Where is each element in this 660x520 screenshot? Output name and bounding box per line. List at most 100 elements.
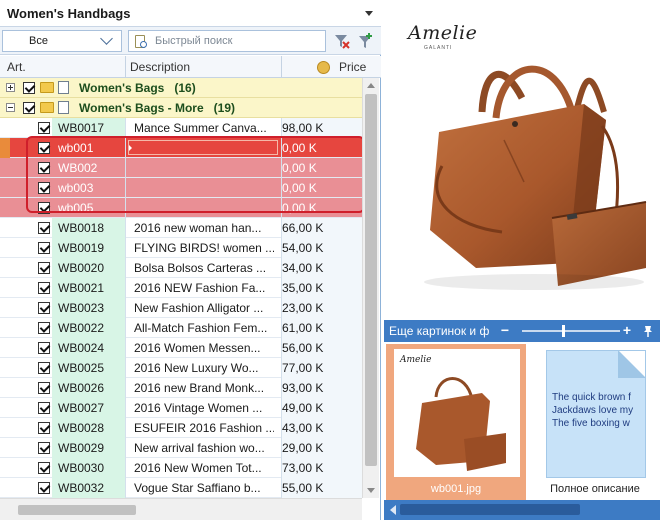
thumbnail-caption: Полное описание: [550, 483, 640, 495]
thumbnail-picture: Amelie: [394, 349, 520, 477]
expand-icon[interactable]: [6, 83, 15, 92]
gallery-scrollbar[interactable]: [384, 500, 660, 520]
scroll-left-icon[interactable]: [390, 505, 396, 515]
table-row[interactable]: WB0026 2016 new Brand Monk... 93,00 K: [0, 378, 362, 398]
group-checkbox[interactable]: [23, 102, 35, 114]
current-row-indicator: [0, 138, 10, 158]
table-row[interactable]: WB0017 Mance Summer Canva... 98,00 K: [0, 118, 362, 138]
table-row[interactable]: WB0022 All-Match Fashion Fem... 61,00 K: [0, 318, 362, 338]
scroll-down-icon[interactable]: [367, 488, 375, 493]
table-row-current[interactable]: wb001 0,00 K: [0, 138, 362, 158]
row-checkbox[interactable]: [38, 442, 50, 454]
row-checkbox[interactable]: [38, 182, 50, 194]
clear-filter-icon[interactable]: [333, 32, 351, 50]
pin-icon[interactable]: [641, 324, 655, 338]
cell-description: ESUFEIR 2016 Fashion ...: [134, 421, 274, 435]
row-checkbox[interactable]: [38, 222, 50, 234]
row-checkbox[interactable]: [38, 362, 50, 374]
row-checkbox[interactable]: [38, 122, 50, 134]
cell-art: WB0028: [58, 421, 105, 435]
row-checkbox[interactable]: [38, 142, 50, 154]
table-row[interactable]: WB0032 Vogue Star Saffiano b... 55,00 K: [0, 478, 362, 498]
cell-art: wb003: [58, 181, 94, 195]
row-checkbox[interactable]: [38, 482, 50, 494]
scrollbar-thumb[interactable]: [18, 505, 136, 515]
filter-toolbar: Все Быстрый поиск: [0, 27, 381, 55]
table-row[interactable]: WB0023 New Fashion Alligator ... 23,00 K: [0, 298, 362, 318]
table-row-selected[interactable]: wb003 0,00 K: [0, 178, 362, 198]
vertical-scrollbar[interactable]: [362, 78, 379, 498]
cell-description: 2016 NEW Fashion Fa...: [134, 281, 266, 295]
row-checkbox[interactable]: [38, 462, 50, 474]
quick-search-input[interactable]: Быстрый поиск: [128, 30, 326, 52]
scroll-up-icon[interactable]: [367, 83, 375, 88]
cell-price: 54,00 K: [282, 241, 324, 255]
column-header-price[interactable]: Price: [339, 60, 366, 74]
thumbnail-image-selected[interactable]: Amelie wb001.jpg: [386, 344, 526, 500]
row-checkbox[interactable]: [38, 162, 50, 174]
cell-price: 55,00 K: [282, 481, 324, 495]
row-checkbox[interactable]: [38, 402, 50, 414]
table-row-selected[interactable]: WB002 0,00 K: [0, 158, 362, 178]
panel-menu-dropdown-icon[interactable]: [365, 11, 373, 16]
column-header-art[interactable]: Art.: [7, 60, 26, 74]
table-row[interactable]: WB0018 2016 new woman han... 66,00 K: [0, 218, 362, 238]
handbag-photo: [424, 65, 647, 290]
table-row[interactable]: WB0025 2016 New Luxury Wo... 77,00 K: [0, 358, 362, 378]
table-row[interactable]: WB0028 ESUFEIR 2016 Fashion ... 43,00 K: [0, 418, 362, 438]
zoom-slider[interactable]: [522, 330, 620, 332]
cell-art: WB0024: [58, 341, 105, 355]
scrollbar-thumb[interactable]: [400, 504, 580, 515]
cell-price: 56,00 K: [282, 341, 324, 355]
column-header-description[interactable]: Description: [130, 60, 190, 74]
image-preview-panel: Amelie GALANTI Еще картинок и ф − + Amel…: [384, 0, 660, 520]
cell-art: WB0021: [58, 281, 105, 295]
gallery-title: Еще картинок и ф: [389, 324, 490, 338]
row-checkbox[interactable]: [38, 202, 50, 214]
cell-art: WB0032: [58, 481, 105, 495]
zoom-in-button[interactable]: +: [620, 323, 634, 337]
table-row[interactable]: WB0024 2016 Women Messen... 56,00 K: [0, 338, 362, 358]
table-row[interactable]: WB0029 New arrival fashion wo... 29,00 K: [0, 438, 362, 458]
row-checkbox[interactable]: [38, 422, 50, 434]
row-checkbox[interactable]: [38, 262, 50, 274]
zoom-slider-thumb[interactable]: [562, 325, 566, 337]
zoom-out-button[interactable]: −: [498, 323, 512, 337]
cell-art: WB002: [58, 161, 98, 175]
cell-description: 2016 Women Messen...: [134, 341, 261, 355]
cell-price: 23,00 K: [282, 301, 324, 315]
table-row[interactable]: WB0021 2016 NEW Fashion Fa... 35,00 K: [0, 278, 362, 298]
table-row[interactable]: WB0019 FLYING BIRDS! women ... 54,00 K: [0, 238, 362, 258]
row-checkbox[interactable]: [38, 342, 50, 354]
cell-art: wb001: [58, 141, 94, 155]
cell-price: 0,00 K: [282, 181, 317, 195]
row-checkbox[interactable]: [38, 302, 50, 314]
grid-header: Art. Description Price: [0, 56, 381, 78]
table-row[interactable]: WB0030 2016 New Women Tot... 73,00 K: [0, 458, 362, 478]
cell-price: 61,00 K: [282, 321, 324, 335]
group-checkbox[interactable]: [23, 82, 35, 94]
table-row[interactable]: WB0027 2016 Vintage Women ... 49,00 K: [0, 398, 362, 418]
group-row[interactable]: Women's Bags (16): [0, 78, 362, 98]
cell-description: Vogue Star Saffiano b...: [134, 481, 261, 495]
row-checkbox[interactable]: [38, 322, 50, 334]
panel-title: Women's Handbags: [7, 6, 131, 21]
collapse-icon[interactable]: [6, 103, 15, 112]
table-row[interactable]: WB0020 Bolsa Bolsos Carteras ... 34,00 K: [0, 258, 362, 278]
filter-select[interactable]: Все: [2, 30, 122, 52]
cell-price: 49,00 K: [282, 401, 324, 415]
table-row-selected[interactable]: wb005 0,00 K: [0, 198, 362, 218]
row-checkbox[interactable]: [38, 242, 50, 254]
row-checkbox[interactable]: [38, 382, 50, 394]
group-row[interactable]: Women's Bags - More (19): [0, 98, 362, 118]
group-label: Women's Bags (16): [79, 81, 196, 95]
cell-description: 2016 new woman han...: [134, 221, 262, 235]
filter-settings-icon[interactable]: [356, 32, 374, 50]
horizontal-scrollbar[interactable]: [0, 498, 362, 520]
folder-icon: [40, 82, 54, 93]
description-edit-field[interactable]: [128, 140, 278, 155]
scrollbar-thumb[interactable]: [365, 94, 377, 466]
cell-price: 43,00 K: [282, 421, 324, 435]
row-checkbox[interactable]: [38, 282, 50, 294]
thumbnail-document[interactable]: The quick brown f Jackdaws love my The f…: [530, 344, 660, 500]
